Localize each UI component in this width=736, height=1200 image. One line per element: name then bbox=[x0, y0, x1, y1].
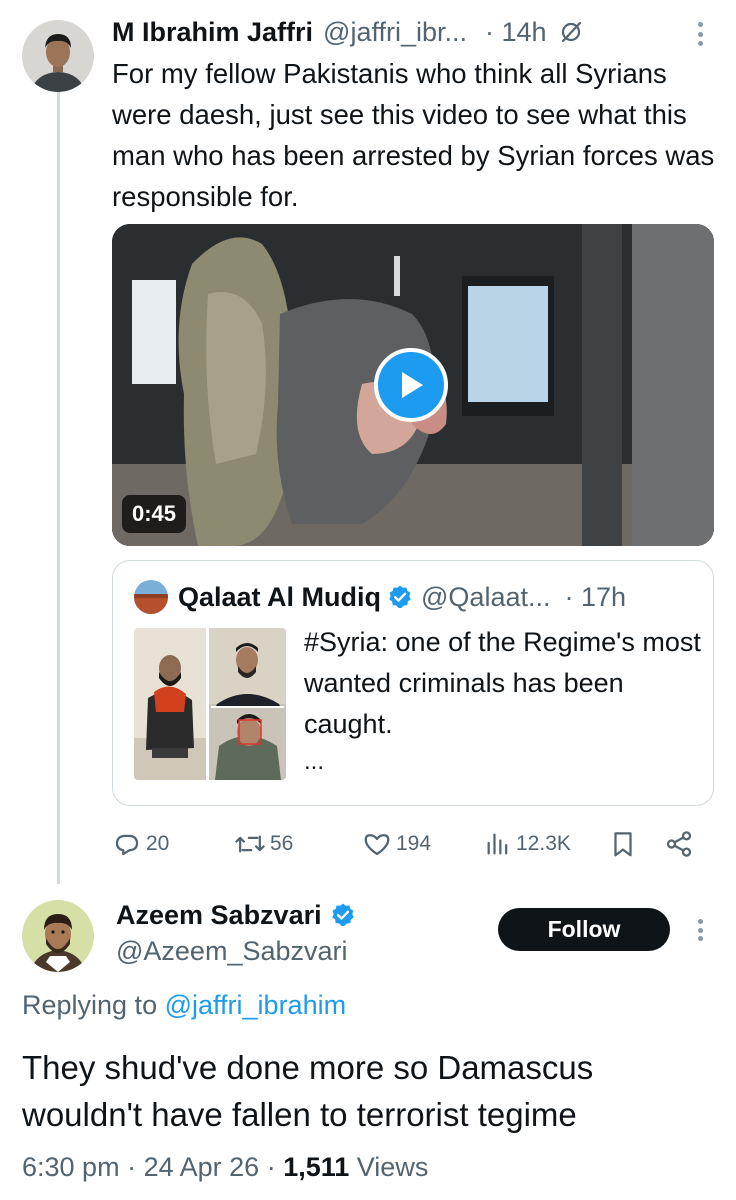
reply-count: 20 bbox=[146, 832, 170, 855]
author-handle[interactable]: @jaffri_ibr... bbox=[323, 17, 467, 48]
tweet-header: M Ibrahim Jaffri @jaffri_ibr... · 14h bbox=[112, 12, 712, 52]
reply-views-label: Views bbox=[356, 1152, 429, 1182]
video-duration: 0:45 bbox=[122, 495, 187, 533]
like-count: 194 bbox=[396, 832, 432, 855]
tweet-text: For my fellow Pakistanis who think all S… bbox=[112, 58, 715, 212]
quoted-tweet-ellipsis: ... bbox=[304, 748, 325, 775]
play-button[interactable] bbox=[374, 348, 448, 422]
reply-author-avatar[interactable] bbox=[22, 900, 94, 972]
quoted-author-avatar[interactable] bbox=[134, 580, 168, 614]
repost-icon bbox=[235, 835, 265, 853]
share-icon bbox=[666, 831, 692, 857]
tweet-time[interactable]: · 14h bbox=[485, 17, 547, 48]
meta-separator: · bbox=[266, 1152, 284, 1182]
more-icon[interactable] bbox=[690, 918, 710, 942]
like-button[interactable]: 194 bbox=[362, 822, 431, 866]
views-icon bbox=[487, 833, 508, 855]
like-icon bbox=[364, 834, 390, 856]
repost-button[interactable]: 56 bbox=[234, 822, 293, 866]
verified-badge-icon bbox=[387, 584, 413, 610]
verified-badge-icon bbox=[330, 902, 356, 928]
replying-mention-link[interactable]: @jaffri_ibrahim bbox=[165, 990, 346, 1020]
bookmark-button[interactable] bbox=[608, 822, 638, 866]
reply-time[interactable]: 6:30 pm bbox=[22, 1152, 120, 1182]
views-button[interactable]: 12.3K bbox=[484, 822, 571, 866]
reply-author-name-row: Azeem Sabzvari bbox=[116, 896, 356, 934]
views-count: 12.3K bbox=[516, 832, 571, 855]
quoted-author-handle[interactable]: @Qalaat... bbox=[421, 582, 550, 613]
more-icon[interactable] bbox=[688, 20, 712, 48]
reply-button[interactable]: 20 bbox=[112, 822, 169, 866]
replying-prefix: Replying to bbox=[22, 990, 158, 1020]
author-name[interactable]: M Ibrahim Jaffri bbox=[112, 17, 313, 48]
grok-icon[interactable] bbox=[559, 20, 583, 44]
reply-author-name[interactable]: Azeem Sabzvari bbox=[116, 900, 322, 931]
play-icon bbox=[402, 372, 423, 398]
quoted-tweet-time[interactable]: · 17h bbox=[564, 582, 626, 613]
reply-date[interactable]: 24 Apr 26 bbox=[144, 1152, 260, 1182]
reply-views-count: 1,511 bbox=[283, 1152, 350, 1182]
quoted-image-2[interactable] bbox=[209, 628, 286, 780]
quoted-tweet-text: #Syria: one of the Regime's most wanted … bbox=[304, 627, 701, 739]
reply-icon bbox=[115, 834, 139, 856]
quoted-author-name[interactable]: Qalaat Al Mudiq bbox=[178, 582, 381, 613]
bookmark-icon bbox=[614, 832, 632, 857]
tweet-actions: 20 56 194 12.3K bbox=[112, 822, 712, 866]
author-avatar[interactable] bbox=[22, 20, 94, 92]
share-button[interactable] bbox=[664, 822, 694, 866]
replying-to: Replying to @jaffri_ibrahim bbox=[22, 990, 346, 1021]
reply-text: They shud've done more so Damascus would… bbox=[22, 1049, 594, 1133]
repost-count: 56 bbox=[270, 832, 294, 855]
thread-line bbox=[57, 92, 60, 884]
reply-author-handle[interactable]: @Azeem_Sabzvari bbox=[116, 936, 348, 967]
meta-separator: · bbox=[127, 1152, 144, 1182]
quoted-tweet-header: Qalaat Al Mudiq @Qalaat... · 17h bbox=[134, 578, 704, 616]
follow-button[interactable]: Follow bbox=[498, 908, 670, 951]
reply-meta: 6:30 pm · 24 Apr 26 · 1,511 Views bbox=[22, 1152, 428, 1183]
quoted-image-1[interactable] bbox=[134, 628, 206, 780]
